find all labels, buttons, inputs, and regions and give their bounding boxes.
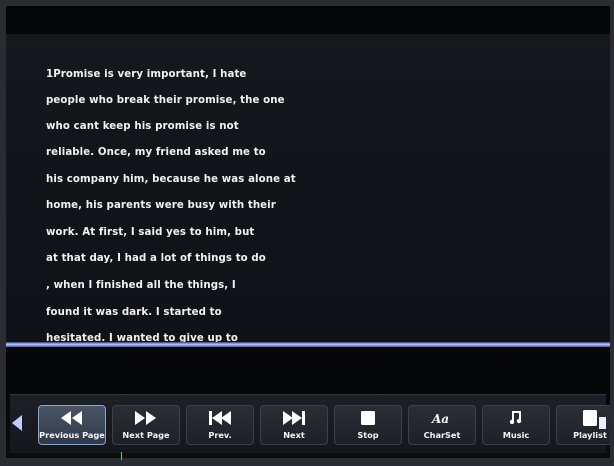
text-line: people who break their promise, the one	[46, 95, 285, 106]
charset-icon: Aa	[430, 410, 454, 426]
text-line: reliable. Once, my friend asked me to	[46, 147, 266, 158]
previous-page-icon	[60, 410, 84, 426]
music-icon	[504, 410, 528, 426]
playlist-label: Playlist	[573, 430, 607, 440]
next-page-button[interactable]: Next Page	[112, 405, 180, 445]
text-line: at that day, I had a lot of things to do	[46, 253, 266, 264]
text-reader-panel: 1Promise is very important, I hate peopl…	[6, 34, 610, 346]
text-line: his company him, because he was alone at	[46, 174, 296, 185]
previous-page-button[interactable]: Previous Page	[38, 405, 106, 445]
next-label: Next	[283, 430, 305, 440]
stop-button[interactable]: Stop	[334, 405, 402, 445]
toolbar-right-scroll-icon[interactable]	[599, 417, 606, 429]
charset-button[interactable]: Aa CharSet	[408, 405, 476, 445]
prev-label: Prev.	[208, 430, 232, 440]
text-line: found it was dark. I started to	[46, 307, 222, 318]
top-bar	[6, 6, 610, 34]
stop-icon	[356, 410, 380, 426]
music-button[interactable]: Music	[482, 405, 550, 445]
next-page-label: Next Page	[122, 430, 170, 440]
text-line: , when I finished all the things, I	[46, 280, 236, 291]
next-track-icon	[282, 410, 306, 426]
status-indicator	[121, 452, 122, 460]
charset-label: CharSet	[423, 430, 461, 440]
playback-toolbar: Previous Page Next Page Prev. Next Stop	[10, 394, 610, 453]
text-line: home, his parents were busy with their	[46, 200, 276, 211]
text-line: work. At first, I said yes to him, but	[46, 227, 255, 238]
previous-page-label: Previous Page	[39, 430, 105, 440]
svg-text:Aa: Aa	[431, 412, 449, 425]
tv-screen: 1Promise is very important, I hate peopl…	[6, 6, 610, 458]
prev-button[interactable]: Prev.	[186, 405, 254, 445]
next-page-icon	[134, 410, 158, 426]
previous-track-icon	[208, 410, 232, 426]
next-button[interactable]: Next	[260, 405, 328, 445]
music-label: Music	[502, 430, 530, 440]
text-line: 1Promise is very important, I hate	[46, 69, 247, 80]
stop-label: Stop	[357, 430, 379, 440]
text-line: who cant keep his promise is not	[46, 121, 239, 132]
toolbar-left-arrow-icon[interactable]	[12, 415, 22, 431]
